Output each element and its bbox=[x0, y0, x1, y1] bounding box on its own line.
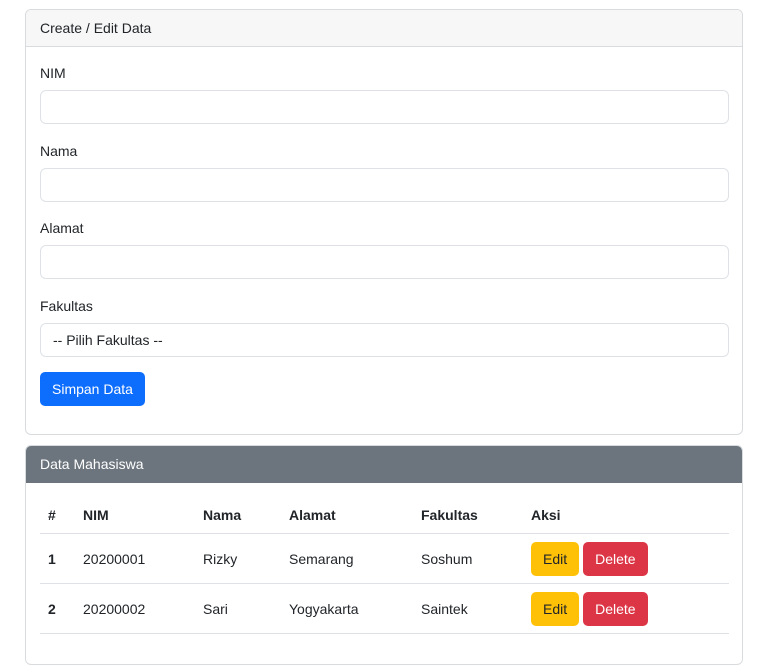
table-header-row: # NIM Nama Alamat Fakultas Aksi bbox=[40, 483, 729, 534]
row-alamat: Semarang bbox=[289, 550, 354, 567]
row-nim: 20200002 bbox=[83, 600, 146, 617]
nama-input[interactable] bbox=[40, 168, 729, 202]
row-actions: Edit Delete bbox=[531, 534, 652, 583]
table-card-title: Data Mahasiswa bbox=[40, 456, 144, 472]
column-header-fakultas: Fakultas bbox=[421, 507, 478, 523]
row-alamat: Yogyakarta bbox=[289, 600, 359, 617]
column-header-alamat: Alamat bbox=[289, 507, 336, 523]
edit-button[interactable]: Edit bbox=[531, 541, 580, 576]
table-card-header: Data Mahasiswa bbox=[26, 446, 742, 483]
alamat-input[interactable] bbox=[40, 245, 729, 279]
table-row: 1 20200001 Rizky Semarang Soshum Edit De… bbox=[40, 534, 729, 584]
fakultas-select-value: -- Pilih Fakultas -- bbox=[53, 332, 163, 348]
row-actions: Edit Delete bbox=[531, 584, 652, 633]
column-header-number: # bbox=[48, 507, 56, 523]
alamat-label: Alamat bbox=[40, 220, 84, 236]
row-fakultas: Soshum bbox=[421, 550, 473, 567]
delete-button[interactable]: Delete bbox=[583, 541, 648, 576]
column-header-nama: Nama bbox=[203, 507, 242, 523]
row-nama: Sari bbox=[203, 600, 228, 617]
form-card-title: Create / Edit Data bbox=[40, 20, 152, 36]
form-card-header: Create / Edit Data bbox=[26, 10, 742, 47]
table-row: 2 20200002 Sari Yogyakarta Saintek Edit … bbox=[40, 584, 729, 634]
fakultas-label: Fakultas bbox=[40, 298, 93, 314]
delete-button[interactable]: Delete bbox=[583, 591, 648, 626]
fakultas-select[interactable]: -- Pilih Fakultas -- bbox=[40, 323, 729, 357]
table-card: Data Mahasiswa # NIM Nama Alamat Fakulta… bbox=[25, 445, 743, 665]
edit-button[interactable]: Edit bbox=[531, 591, 580, 626]
save-button[interactable]: Simpan Data bbox=[40, 372, 145, 406]
row-number: 2 bbox=[48, 600, 56, 617]
row-nim: 20200001 bbox=[83, 550, 146, 567]
nama-label: Nama bbox=[40, 143, 78, 159]
data-table: # NIM Nama Alamat Fakultas Aksi 1 202000… bbox=[40, 483, 729, 634]
form-card: Create / Edit Data NIM Nama Alamat Fakul… bbox=[25, 9, 743, 435]
column-header-aksi: Aksi bbox=[531, 507, 561, 523]
nim-label: NIM bbox=[40, 65, 66, 81]
row-nama: Rizky bbox=[203, 550, 238, 567]
row-number: 1 bbox=[48, 550, 56, 567]
column-header-nim: NIM bbox=[83, 507, 109, 523]
row-fakultas: Saintek bbox=[421, 600, 468, 617]
nim-input[interactable] bbox=[40, 90, 729, 124]
